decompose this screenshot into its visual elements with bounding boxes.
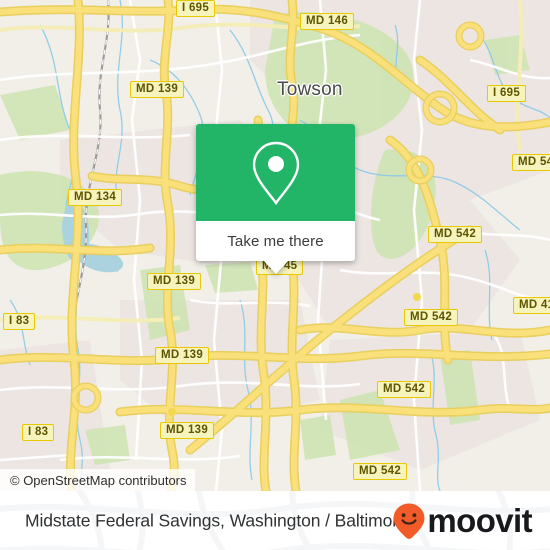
moovit-smiley-pin-icon xyxy=(393,503,425,539)
road-shield: I 83 xyxy=(22,424,55,441)
road-shield: MD 139 xyxy=(147,273,202,290)
city-label-towson: Towson xyxy=(277,79,343,100)
callout-icon-panel xyxy=(196,124,355,221)
map-pin-icon xyxy=(252,141,299,205)
moovit-wordmark: moovit xyxy=(427,502,532,539)
road-shield: MD 542 xyxy=(377,381,432,398)
road-shield: MD 542 xyxy=(353,463,408,480)
road-shield: I 695 xyxy=(176,0,216,17)
location-callout-card[interactable]: Take me there xyxy=(196,124,355,274)
map-canvas[interactable]: Towson I 695 MD 146 MD 139 I 695 MD 542 … xyxy=(0,0,550,491)
road-shield: MD 139 xyxy=(160,422,215,439)
road-shield: I 695 xyxy=(487,85,527,102)
moovit-map-screenshot: Towson I 695 MD 146 MD 139 I 695 MD 542 … xyxy=(0,0,550,550)
moovit-logo[interactable]: moovit xyxy=(392,502,533,540)
road-shield: MD 542 xyxy=(512,154,550,171)
road-shield: MD 134 xyxy=(68,189,123,206)
road-shield: MD 139 xyxy=(130,81,185,98)
road-shield: I 83 xyxy=(3,313,36,330)
take-me-there-button[interactable]: Take me there xyxy=(196,221,355,261)
page-title: Midstate Federal Savings, Washington / B… xyxy=(25,510,408,530)
footer-bar: Midstate Federal Savings, Washington / B… xyxy=(0,491,550,550)
take-me-there-label: Take me there xyxy=(227,232,324,250)
road-shield: MD 139 xyxy=(155,347,210,364)
road-shield: MD 542 xyxy=(404,309,459,326)
map-attribution: © OpenStreetMap contributors xyxy=(0,469,195,491)
road-shield: MD 542 xyxy=(428,226,483,243)
road-shield: MD 41 xyxy=(513,297,550,314)
callout-pointer xyxy=(262,260,289,274)
road-shield: MD 146 xyxy=(300,13,355,30)
attribution-text: © OpenStreetMap contributors xyxy=(10,472,187,488)
